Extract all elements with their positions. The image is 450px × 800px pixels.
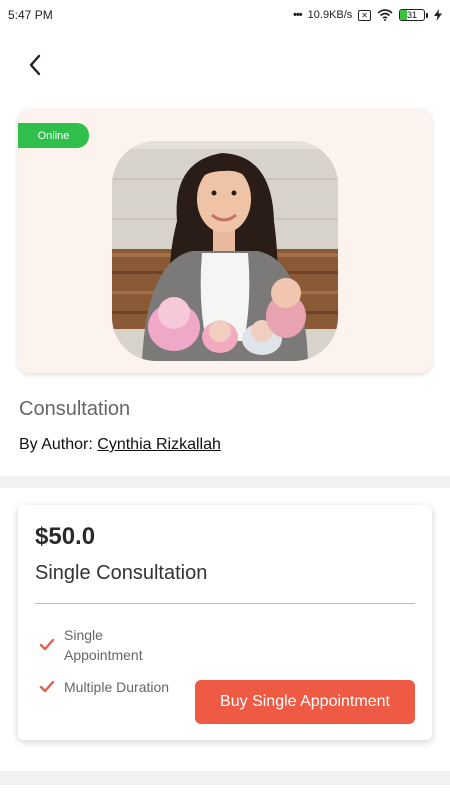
chevron-left-icon [29,54,41,76]
author-line: By Author: Cynthia Rizkallah [19,436,221,454]
wifi-icon [377,9,393,21]
status-bar: 5:47 PM ••• 10.9KB/s ✕ 31 [0,0,450,30]
plan-price: $50.0 [35,523,96,550]
more-dots-icon: ••• [293,9,303,21]
feature-item: Single Appointment [38,625,174,665]
charging-icon [434,9,442,21]
status-icons: ••• 10.9KB/s ✕ 31 [293,9,442,21]
check-icon [39,680,55,693]
consultant-photo [112,141,338,361]
author-prefix: By Author: [19,436,98,453]
plan-card: $50.0 Single Consultation Single Appoint… [18,505,432,740]
feature-label: Multiple Duration [64,679,170,695]
author-link[interactable]: Cynthia Rizkallah [97,436,221,453]
product-title: Consultation [19,398,131,420]
feature-label: Single Appointment [64,627,143,663]
back-button[interactable] [20,50,50,80]
battery-icon: 31 [399,9,428,21]
feature-item: Multiple Duration [38,677,174,697]
hero-card: Online [18,109,432,373]
section-divider-bottom [0,771,450,785]
battery-level: 31 [406,10,417,20]
status-time: 5:47 PM [8,8,53,22]
buy-single-appointment-button[interactable]: Buy Single Appointment [195,680,415,724]
online-badge: Online [18,123,89,148]
plan-divider [35,603,415,604]
plan-name: Single Consultation [35,562,208,584]
no-sim-icon: ✕ [358,9,371,21]
network-speed: 10.9KB/s [307,9,353,21]
section-divider [0,476,450,488]
check-icon [39,638,55,651]
